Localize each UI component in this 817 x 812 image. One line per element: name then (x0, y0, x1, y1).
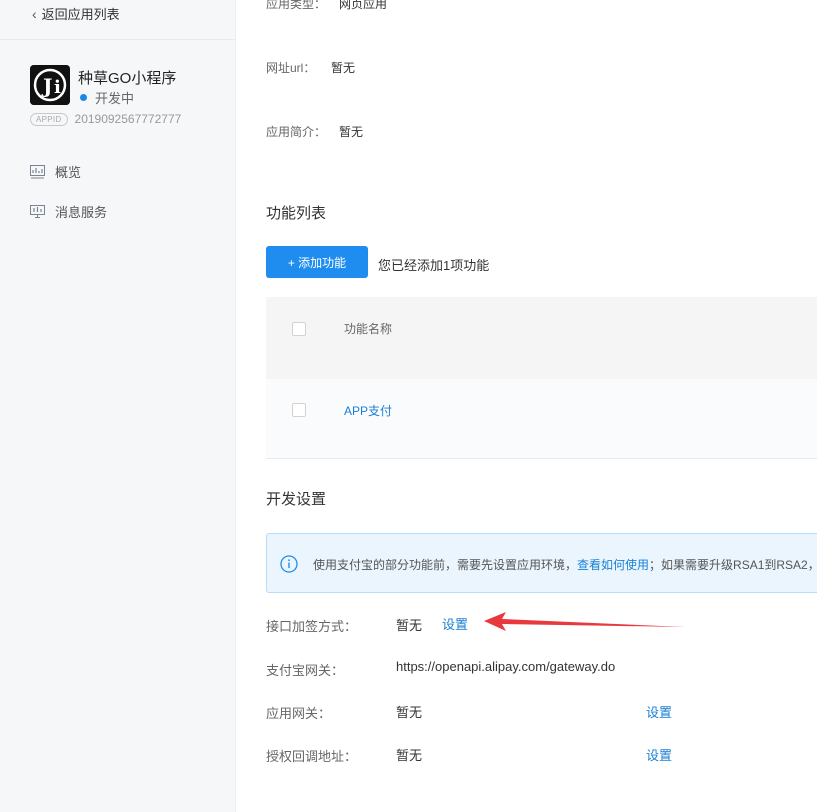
status-dot-icon (80, 94, 87, 101)
feature-table-header: 功能名称 (266, 297, 817, 379)
notice-text-after: ；如果需要升级RSA1到RSA2， (649, 558, 817, 572)
alipay-gateway-value: https://openapi.alipay.com/gateway.do (396, 659, 616, 674)
sidebar-divider (0, 39, 236, 40)
app-gateway-value: 暂无 (396, 705, 423, 720)
sign-method-label: 接口加签方式： (266, 619, 358, 634)
red-arrow-annotation (484, 612, 685, 631)
row-checkbox[interactable] (292, 403, 306, 417)
back-link-label: 返回应用列表 (41, 7, 120, 22)
feature-name-link[interactable]: APP支付 (344, 402, 392, 419)
back-to-app-list-link[interactable]: ‹ 返回应用列表 (32, 4, 120, 23)
alipay-gateway-label: 支付宝网关： (266, 663, 345, 678)
sidebar-item-overview[interactable]: 概览 (30, 162, 81, 181)
appid-row: APPID 2019092567772777 (30, 112, 181, 126)
app-status-label: 开发中 (95, 91, 135, 106)
feature-list-title: 功能列表 (266, 205, 327, 222)
app-logo: J i (30, 65, 70, 105)
add-feature-button[interactable]: + 添加功能 (266, 246, 368, 278)
chart-icon (30, 164, 45, 178)
notice-text: 使用支付宝的部分功能前，需要先设置应用环境，查看如何使用；如果需要升级RSA1到… (313, 556, 817, 573)
sidebar-item-message-service[interactable]: 消息服务 (30, 202, 107, 221)
appid-value: 2019092567772777 (74, 112, 182, 126)
dev-settings-title: 开发设置 (266, 491, 327, 508)
auth-callback-set-link[interactable]: 设置 (646, 745, 672, 764)
app-gateway-set-link[interactable]: 设置 (646, 702, 672, 721)
app-gateway-label: 应用网关： (266, 706, 332, 721)
sidebar-item-label: 消息服务 (55, 205, 108, 220)
appid-badge: APPID (30, 112, 68, 126)
monitor-icon (30, 204, 45, 218)
sign-method-value: 暂无 (396, 618, 423, 633)
app-intro-label: 应用简介： (266, 125, 327, 139)
table-row: APP支付 (266, 379, 817, 459)
app-type-label: 应用类型： (266, 0, 327, 11)
auth-callback-value: 暂无 (396, 748, 423, 763)
svg-text:J: J (41, 74, 52, 98)
added-features-count: 您已经添加1项功能 (378, 258, 490, 273)
info-icon (280, 555, 298, 573)
auth-callback-label: 授权回调地址： (266, 749, 358, 764)
sidebar-item-label: 概览 (55, 165, 82, 180)
select-all-checkbox[interactable] (292, 322, 306, 336)
app-name: 种草GO小程序 (78, 70, 177, 87)
sidebar: ‹ 返回应用列表 J i 种草GO小程序 开发中 APPID 201909256… (0, 0, 236, 812)
sign-method-set-link[interactable]: 设置 (442, 614, 468, 633)
how-to-use-link[interactable]: 查看如何使用 (577, 558, 649, 572)
column-header-feature-name: 功能名称 (344, 322, 393, 336)
chevron-left-icon: ‹ (32, 5, 37, 22)
app-type-value: 网页应用 (339, 0, 388, 11)
url-label: 网址url： (266, 61, 316, 75)
notice-text-before: 使用支付宝的部分功能前，需要先设置应用环境， (313, 558, 578, 572)
app-status: 开发中 (80, 88, 134, 107)
app-intro-value: 暂无 (339, 125, 364, 139)
url-value: 暂无 (331, 61, 356, 75)
svg-text:i: i (54, 77, 61, 98)
info-notice: 使用支付宝的部分功能前，需要先设置应用环境，查看如何使用；如果需要升级RSA1到… (266, 533, 817, 593)
